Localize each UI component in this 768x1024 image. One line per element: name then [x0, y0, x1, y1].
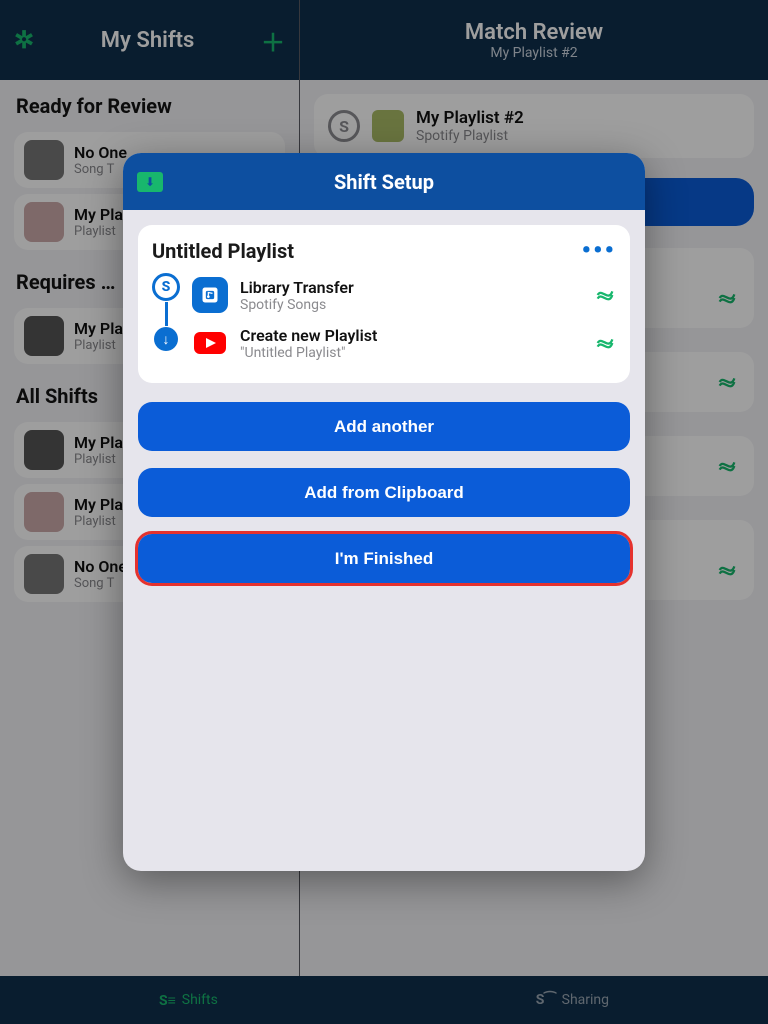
transfer-step-dest[interactable]: Create new Playlist "Untitled Playlist" [192, 319, 616, 367]
modal-title: Shift Setup [334, 170, 434, 194]
step-title: Create new Playlist [240, 326, 582, 345]
flow-line [165, 302, 168, 326]
step-title: Library Transfer [240, 278, 582, 297]
library-icon [192, 277, 228, 313]
download-icon[interactable]: ⬇ [137, 172, 163, 192]
step-sub: "Untitled Playlist" [240, 345, 582, 361]
add-another-button[interactable]: Add another [138, 402, 630, 451]
source-icon: S [152, 273, 180, 301]
card-title: Untitled Playlist [152, 239, 294, 263]
modal-header: ⬇ Shift Setup [123, 153, 645, 210]
step-sub: Spotify Songs [240, 297, 582, 313]
add-from-clipboard-button[interactable]: Add from Clipboard [138, 468, 630, 517]
edit-icon[interactable] [594, 332, 616, 354]
arrow-down-icon: ↓ [154, 327, 178, 351]
finished-button[interactable]: I'm Finished [138, 534, 630, 583]
more-icon[interactable]: ••• [582, 246, 616, 256]
transfer-step-source[interactable]: Library Transfer Spotify Songs [192, 271, 616, 319]
playlist-card: Untitled Playlist ••• S ↓ Library Transf… [138, 225, 630, 383]
edit-icon[interactable] [594, 284, 616, 306]
shift-setup-modal: ⬇ Shift Setup Untitled Playlist ••• S ↓ … [123, 153, 645, 871]
youtube-icon [192, 325, 228, 361]
